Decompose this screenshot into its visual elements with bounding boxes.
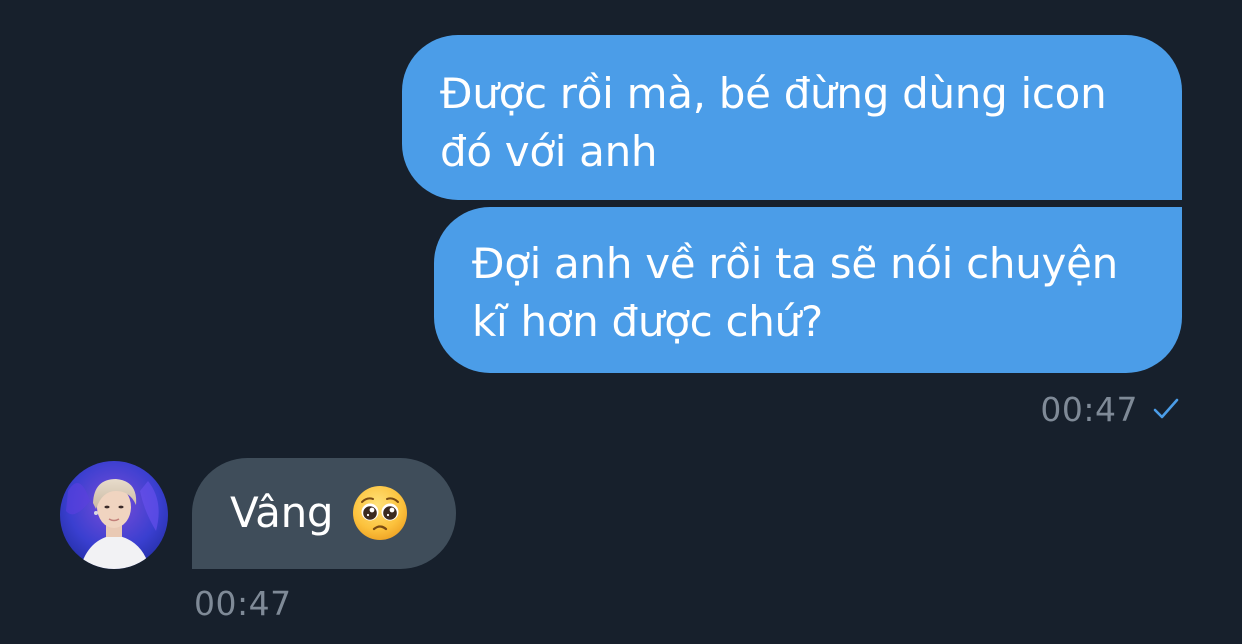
pleading-face-emoji xyxy=(351,484,409,542)
contact-avatar[interactable] xyxy=(60,461,168,569)
message-text-line: đó với anh xyxy=(440,127,658,176)
check-icon xyxy=(1152,397,1180,421)
incoming-message-meta: 00:47 xyxy=(194,584,292,623)
incoming-message-bubble[interactable]: Vâng xyxy=(192,458,456,569)
outgoing-message-meta: 00:47 xyxy=(1040,386,1180,432)
message-text: Vâng xyxy=(230,488,334,537)
outgoing-timestamp: 00:47 xyxy=(1040,389,1138,429)
message-text-line: Được rồi mà, bé đừng dùng icon xyxy=(440,69,1107,118)
outgoing-message-bubble[interactable]: Đợi anh về rồi ta sẽ nói chuyện kĩ hơn đ… xyxy=(434,207,1182,373)
incoming-timestamp: 00:47 xyxy=(194,584,292,623)
message-text-line: kĩ hơn được chứ? xyxy=(472,297,823,346)
message-text-line: Đợi anh về rồi ta sẽ nói chuyện xyxy=(472,239,1118,288)
outgoing-message-bubble[interactable]: Được rồi mà, bé đừng dùng icon đó với an… xyxy=(402,35,1182,200)
